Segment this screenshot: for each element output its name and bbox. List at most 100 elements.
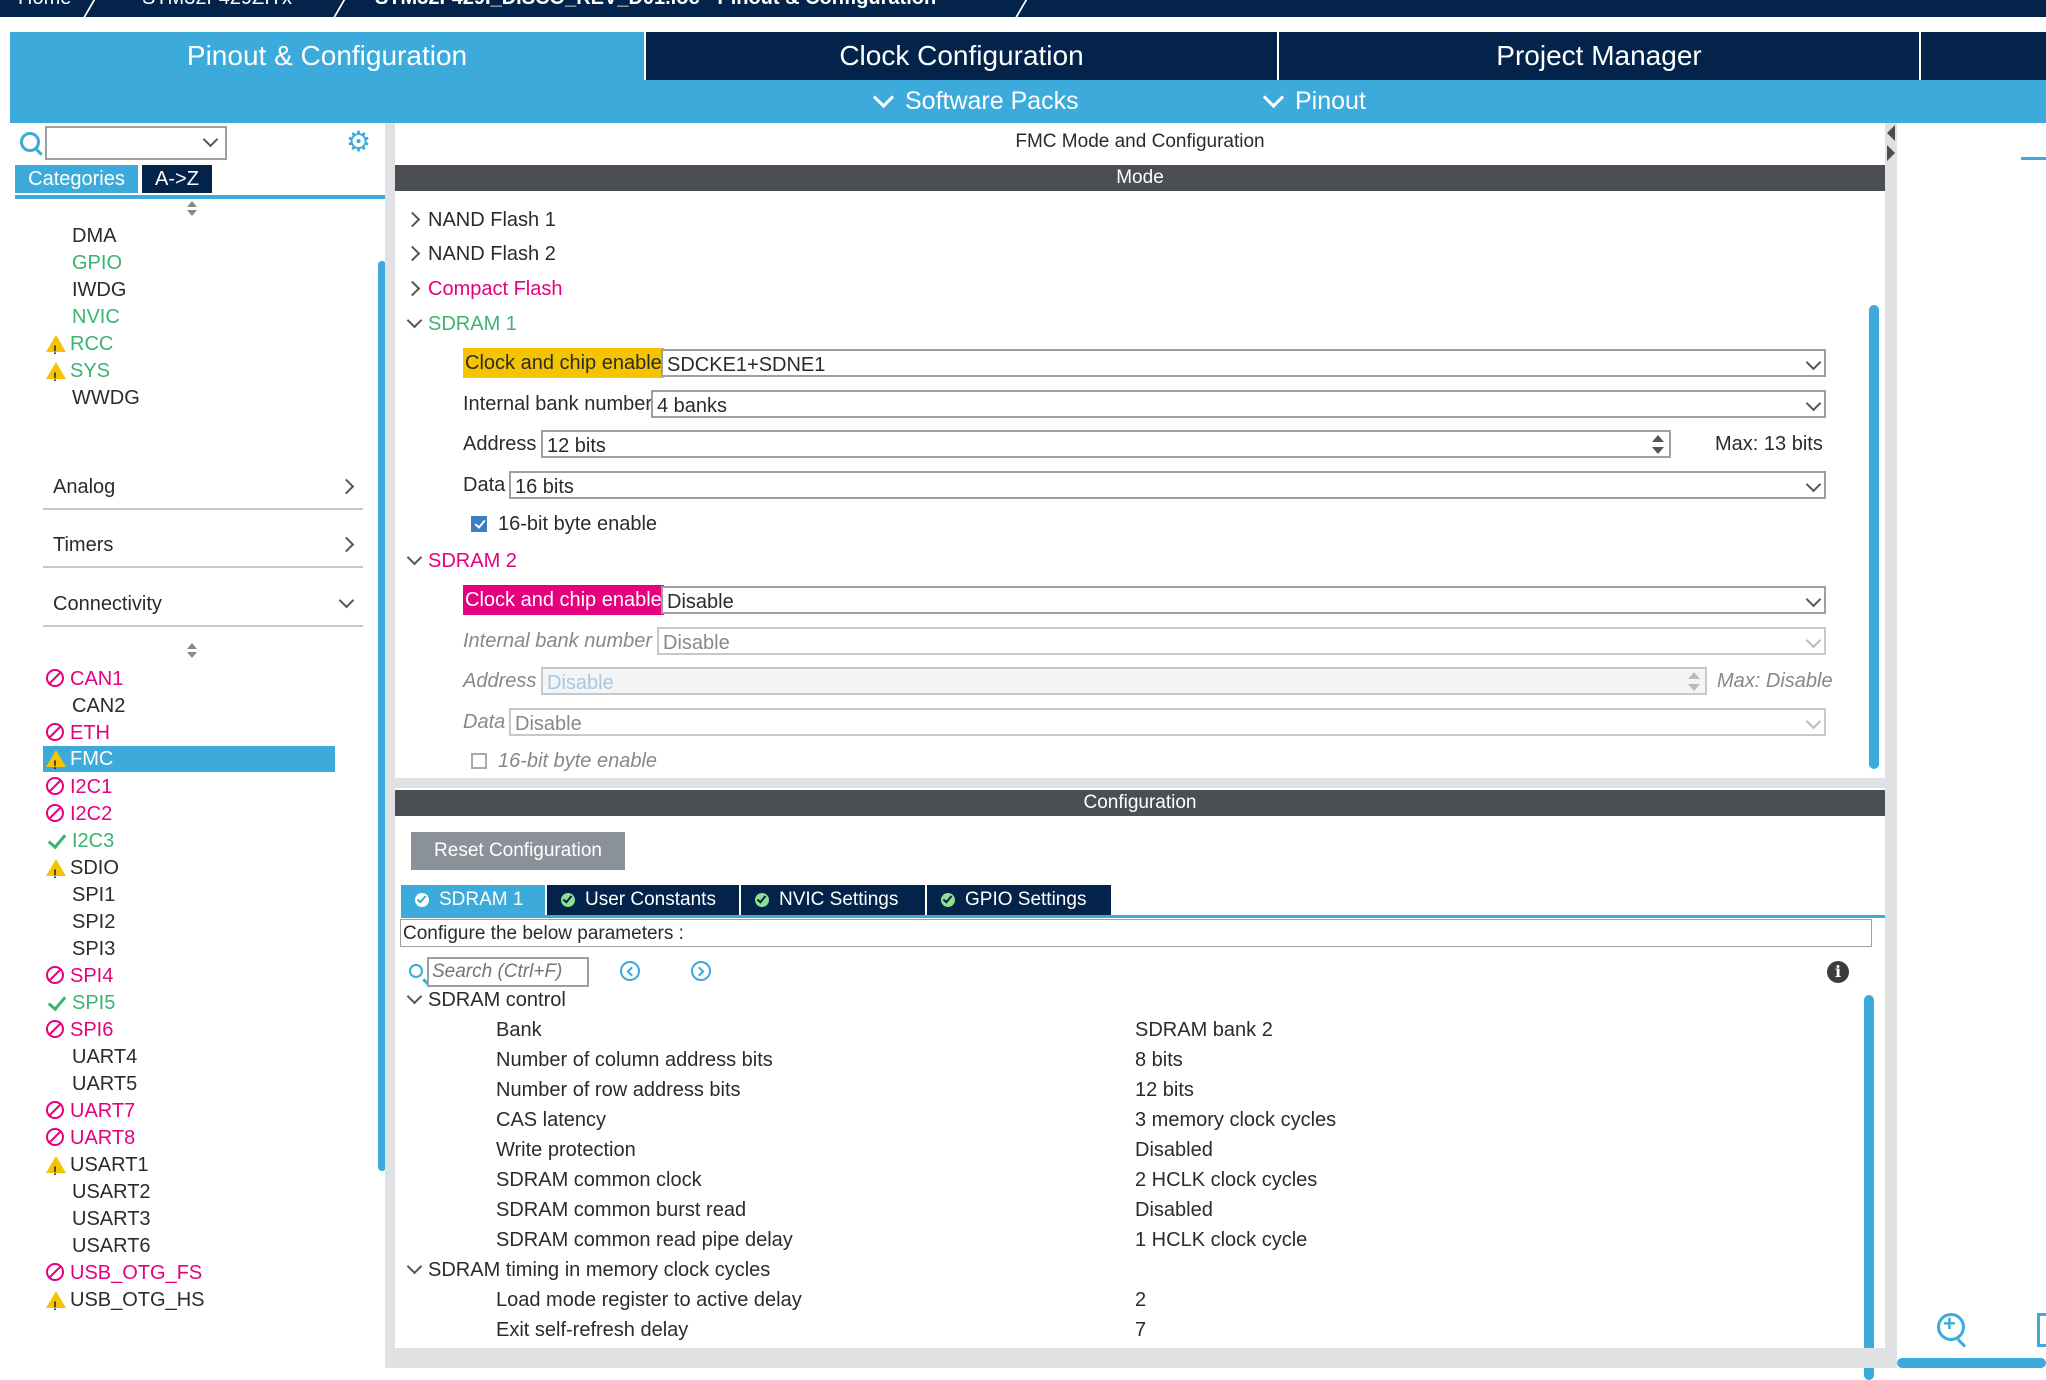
sdram2-data-label: Data: [463, 711, 506, 733]
list-item-gpio[interactable]: GPIO: [72, 250, 122, 276]
collapse-left-icon[interactable]: [1887, 125, 1895, 141]
tab-categories[interactable]: Categories: [15, 165, 138, 193]
panel-divider[interactable]: [1885, 123, 1897, 1368]
sdram2-bank-select[interactable]: Disable: [657, 627, 1826, 655]
tab-nvic-settings[interactable]: NVIC Settings: [741, 885, 925, 915]
spinner-arrows-icon[interactable]: [1685, 669, 1703, 695]
zoom-in-icon[interactable]: [1937, 1311, 1965, 1341]
param-value[interactable]: 8 bits: [1135, 1045, 1183, 1075]
list-item-usart1[interactable]: USART1: [46, 1152, 149, 1184]
list-item-i2c1[interactable]: I2C1: [46, 774, 112, 800]
mode-config-splitter[interactable]: [395, 778, 1885, 788]
param-value[interactable]: 2: [1135, 1285, 1146, 1315]
tab-a-to-z[interactable]: A->Z: [142, 165, 212, 193]
list-item-dma[interactable]: DMA: [72, 223, 116, 249]
horizontal-scrollbar[interactable]: [1897, 1358, 2046, 1368]
list-item-uart4[interactable]: UART4: [72, 1044, 137, 1070]
collapse-right-icon[interactable]: [1887, 145, 1895, 161]
breadcrumb-mcu[interactable]: STM32F429ZITx: [142, 0, 292, 10]
list-item-spi1[interactable]: SPI1: [72, 882, 115, 908]
reset-configuration-button[interactable]: Reset Configuration: [411, 832, 625, 870]
sdram2-byte-enable-checkbox[interactable]: [471, 753, 487, 769]
sdram2-data-select[interactable]: Disable: [509, 708, 1826, 736]
param-value[interactable]: Disabled: [1135, 1135, 1213, 1165]
info-icon[interactable]: i: [1827, 961, 1849, 983]
tree-nand-flash-2[interactable]: NAND Flash 2: [404, 243, 556, 266]
list-item-can2[interactable]: CAN2: [72, 693, 125, 719]
panel-divider[interactable]: [385, 123, 395, 1368]
param-value[interactable]: 1 HCLK clock cycle: [1135, 1225, 1307, 1255]
tree-sdram-1[interactable]: SDRAM 1: [406, 312, 517, 336]
list-item-usb-otg-hs[interactable]: USB_OTG_HS: [46, 1287, 204, 1319]
list-item-spi2[interactable]: SPI2: [72, 909, 115, 935]
breadcrumb-home[interactable]: Home: [18, 0, 71, 10]
group-sdram-timing[interactable]: SDRAM timing in memory clock cycles: [406, 1255, 770, 1285]
tree-nand-flash-1[interactable]: NAND Flash 1: [404, 209, 556, 232]
tree-compact-flash[interactable]: Compact Flash: [404, 278, 563, 301]
sdram1-bank-select[interactable]: 4 banks: [651, 390, 1826, 418]
list-item-uart5[interactable]: UART5: [72, 1071, 137, 1097]
tab-clock-configuration[interactable]: Clock Configuration: [646, 32, 1277, 80]
pinout-menu[interactable]: Pinout: [1260, 80, 1366, 123]
category-search-select[interactable]: [45, 126, 227, 160]
list-item-sdio[interactable]: SDIO: [46, 855, 119, 887]
spinner-arrows-icon[interactable]: [1649, 432, 1667, 458]
param-value[interactable]: SDRAM bank 2: [1135, 1015, 1273, 1045]
tab-gpio-settings[interactable]: GPIO Settings: [927, 885, 1111, 915]
section-connectivity[interactable]: Connectivity: [43, 585, 363, 627]
mode-scrollbar[interactable]: [1869, 305, 1879, 769]
group-sdram-control[interactable]: SDRAM control: [406, 985, 566, 1015]
tree-sdram-2[interactable]: SDRAM 2: [406, 549, 517, 573]
software-packs-menu[interactable]: Software Packs: [870, 80, 1079, 123]
tab-user-constants[interactable]: User Constants: [547, 885, 739, 915]
list-item-wwdg[interactable]: WWDG: [72, 385, 140, 411]
list-item-eth[interactable]: ETH: [46, 720, 110, 746]
param-name: SDRAM common burst read: [496, 1199, 747, 1221]
tab-pinout-configuration[interactable]: Pinout & Configuration: [10, 32, 644, 80]
list-item-uart8[interactable]: UART8: [46, 1125, 135, 1151]
list-item-spi4[interactable]: SPI4: [46, 963, 113, 989]
list-item-usb-otg-fs[interactable]: USB_OTG_FS: [46, 1260, 202, 1286]
list-item-usart2[interactable]: USART2: [72, 1179, 151, 1205]
chevron-down-icon: [406, 1258, 423, 1275]
list-item-fmc-selected[interactable]: FMC: [43, 746, 335, 778]
list-item-spi3[interactable]: SPI3: [72, 936, 115, 962]
list-item-spi6[interactable]: SPI6: [46, 1017, 113, 1043]
list-item-usart3[interactable]: USART3: [72, 1206, 151, 1232]
next-match-icon[interactable]: [691, 961, 711, 981]
param-value[interactable]: 12 bits: [1135, 1075, 1194, 1105]
sdram1-data-select[interactable]: 16 bits: [509, 471, 1826, 499]
breadcrumb-project[interactable]: STM32F429I_DISCO_REV_D01.ioc - Pinout & …: [375, 0, 936, 10]
param-name: Exit self-refresh delay: [496, 1319, 689, 1341]
list-item-usart6[interactable]: USART6: [72, 1233, 151, 1259]
sdram1-address-spinner[interactable]: 12 bits: [541, 430, 1671, 458]
param-value[interactable]: 2 HCLK clock cycles: [1135, 1165, 1317, 1195]
list-item-i2c2[interactable]: I2C2: [46, 801, 112, 827]
tab-project-manager[interactable]: Project Manager: [1279, 32, 1919, 80]
gear-icon[interactable]: ⚙: [346, 128, 371, 156]
list-item-nvic[interactable]: NVIC: [72, 304, 120, 330]
section-analog[interactable]: Analog: [43, 468, 363, 510]
previous-match-icon[interactable]: [620, 961, 640, 981]
list-item-uart7[interactable]: UART7: [46, 1098, 135, 1124]
param-value[interactable]: Disabled: [1135, 1195, 1213, 1225]
scroll-up-down-icon[interactable]: [186, 643, 198, 659]
list-item-can1[interactable]: CAN1: [46, 666, 123, 692]
param-value[interactable]: 3 memory clock cycles: [1135, 1105, 1336, 1135]
sdram2-clock-select[interactable]: Disable: [661, 586, 1826, 614]
sdram2-address-spinner[interactable]: Disable: [541, 667, 1707, 695]
param-search-input[interactable]: [427, 957, 589, 987]
list-item-rcc[interactable]: RCC: [46, 331, 113, 363]
fit-view-icon[interactable]: [2037, 1313, 2046, 1347]
list-item-sys[interactable]: SYS: [46, 358, 110, 390]
section-timers[interactable]: Timers: [43, 526, 363, 568]
param-value[interactable]: 7: [1135, 1315, 1146, 1345]
sdram1-clock-select[interactable]: SDCKE1+SDNE1: [661, 349, 1826, 377]
list-item-i2c3[interactable]: I2C3: [46, 828, 114, 854]
tab-sdram-1[interactable]: SDRAM 1: [401, 885, 545, 915]
sdram1-byte-enable-checkbox[interactable]: [471, 516, 487, 532]
list-item-iwdg[interactable]: IWDG: [72, 277, 126, 303]
scroll-up-down-icon[interactable]: [186, 201, 198, 217]
list-item-spi5[interactable]: SPI5: [46, 990, 115, 1016]
config-scrollbar[interactable]: [1864, 995, 1874, 1380]
